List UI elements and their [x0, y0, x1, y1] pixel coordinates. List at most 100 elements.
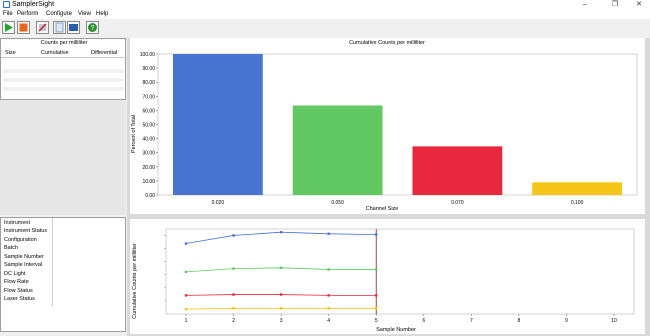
menu-help[interactable]: Help [96, 11, 108, 17]
svg-text:?: ? [91, 25, 95, 32]
bar-chart: Cumulative Counts per milliliter Percent… [131, 40, 638, 212]
status-label-sample-number: Sample Number [4, 254, 44, 260]
data-point [327, 307, 330, 310]
data-point [232, 307, 235, 310]
table-row[interactable] [3, 78, 123, 82]
status-label-flow-status: Flow Status [4, 288, 33, 294]
table-row[interactable] [3, 87, 123, 91]
data-point [279, 293, 283, 296]
data-point [375, 307, 378, 310]
title-bar: SamplerSight – ❐ ✕ [0, 0, 650, 10]
column-header-size[interactable]: Size [5, 50, 16, 56]
data-point [184, 270, 188, 274]
y-tick-label: 50.00 [142, 123, 155, 129]
x-tick-label: 9 [565, 318, 568, 324]
menu-file[interactable]: File [3, 11, 13, 17]
line-chart-panel: Cumulative Counts per milliliter Sample … [130, 219, 645, 334]
data-point [279, 230, 283, 234]
y-tick-label: 80.00 [142, 80, 155, 86]
x-tick-label: 8 [517, 318, 520, 324]
column-header-differential[interactable]: Differential [91, 50, 117, 56]
status-label-sample-interval: Sample Interval [4, 262, 43, 268]
y-tick-label: 10.00 [142, 179, 155, 185]
x-tick-label: 1 [185, 318, 188, 324]
y-tick-label: 100.00 [140, 52, 156, 58]
bar-chart-panel: Cumulative Counts per milliliter Percent… [130, 38, 645, 214]
maximize-button[interactable]: ❐ [606, 0, 624, 10]
y-tick-label: 20.00 [142, 165, 155, 171]
x-tick-label: 3 [280, 318, 283, 324]
x-tick-label: 4 [327, 318, 330, 324]
menu-perform[interactable]: Perform [17, 11, 38, 17]
chart-title: Cumulative Counts per milliliter [349, 40, 425, 46]
menu-configure[interactable]: Configure [46, 11, 72, 17]
x-tick-label: 0.020 [212, 200, 225, 206]
status-divider [52, 218, 53, 306]
manual-button[interactable] [67, 21, 80, 34]
document-icon [55, 22, 64, 33]
table-row[interactable] [3, 69, 123, 73]
menu-bar: File Perform Configure View Help [0, 10, 650, 19]
help-icon: ? [88, 23, 97, 32]
y-tick-label: 0.00 [145, 193, 155, 199]
x-tick-label: 0.070 [451, 200, 464, 206]
counts-pane: Counts per milliliter Size Cumulative Di… [0, 38, 127, 215]
data-point [375, 233, 378, 236]
data-point [327, 232, 330, 236]
y-tick-label: 90.00 [142, 66, 155, 72]
column-header-cumulative[interactable]: Cumulative [41, 50, 69, 56]
x-tick-label: 10 [611, 318, 617, 324]
data-point [232, 293, 235, 296]
window-title: SamplerSight [12, 1, 55, 8]
table-title: Counts per milliliter [40, 40, 88, 46]
help-button[interactable]: ? [86, 21, 99, 34]
header-divider [1, 57, 127, 58]
toolbar: ? [0, 19, 650, 39]
counts-table: Counts per milliliter Size Cumulative Di… [0, 38, 127, 100]
status-label-configuration: Configuration [4, 237, 37, 243]
data-point [184, 242, 188, 245]
minimize-button[interactable]: – [576, 0, 594, 10]
plot-area [165, 228, 635, 315]
menu-view[interactable]: View [78, 11, 91, 17]
status-label-instrument: Instrument [4, 220, 30, 226]
data-point [327, 294, 330, 297]
configure-button[interactable] [36, 21, 49, 34]
data-point [375, 294, 378, 297]
y-tick-label: 60.00 [142, 108, 155, 114]
stop-button[interactable] [17, 21, 30, 34]
app-icon [3, 1, 10, 8]
status-label-dc-light: DC Light [4, 271, 26, 277]
data-point [327, 268, 330, 271]
y-tick-label: 70.00 [142, 94, 155, 100]
data-point [279, 266, 283, 270]
status-label-laser-status: Laser Status [4, 296, 35, 302]
bar [172, 54, 263, 195]
data-point [279, 307, 283, 310]
tools-icon [38, 23, 47, 32]
x-tick-label: 0.100 [571, 200, 584, 206]
status-label-batch: Batch [4, 245, 19, 251]
x-axis-label: Sample Number [376, 327, 416, 333]
close-button[interactable]: ✕ [630, 0, 648, 10]
play-icon [5, 23, 13, 32]
bar [412, 146, 503, 195]
x-tick-label: 5 [375, 318, 378, 324]
data-point [184, 294, 188, 297]
report-button[interactable] [53, 21, 66, 34]
y-tick-label: 40.00 [142, 137, 155, 143]
status-label-flow-rate: Flow Rate [4, 279, 29, 285]
status-panel: Instrument Instrument Status Configurati… [0, 217, 126, 332]
data-point [184, 307, 188, 311]
x-tick-label: 2 [232, 318, 235, 324]
status-label-instrument-status: Instrument Status [4, 228, 48, 234]
y-axis-label: Percent of Total [131, 115, 137, 153]
data-point [232, 267, 235, 270]
x-tick-label: 0.050 [331, 200, 344, 206]
x-tick-label: 7 [470, 318, 473, 324]
book-icon [69, 24, 78, 31]
run-button[interactable] [2, 21, 15, 34]
x-axis-label: Channel Size [366, 206, 399, 212]
x-tick-label: 6 [422, 318, 425, 324]
bar [532, 182, 623, 195]
